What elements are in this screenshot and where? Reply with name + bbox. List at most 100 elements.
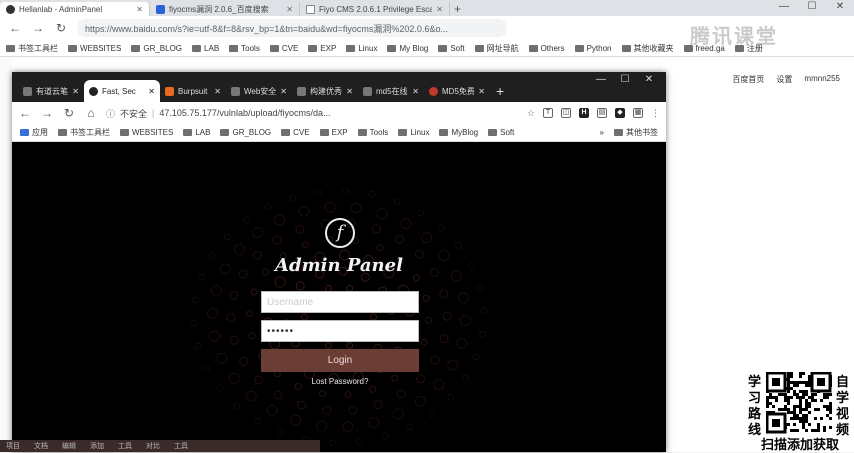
taskbar-item[interactable]: 添加: [90, 441, 104, 451]
login-button[interactable]: Login: [261, 349, 419, 372]
inner-tab-1[interactable]: Fast, Sec ✕: [84, 80, 160, 102]
bookmark-item[interactable]: Linux: [346, 44, 377, 53]
bookmark-item[interactable]: EXP: [308, 44, 336, 53]
hackbar-extension-icon[interactable]: H: [579, 108, 589, 118]
bookmark-item[interactable]: WEBSITES: [120, 128, 173, 137]
outer-tab-1[interactable]: fiyocms漏洞 2.0.6_百度搜索 ✕: [150, 2, 300, 16]
back-icon[interactable]: ←: [18, 106, 32, 120]
taskbar-item[interactable]: 工具: [174, 441, 188, 451]
bookmark-item[interactable]: 书签工具栏: [6, 43, 58, 54]
inner-tab-5[interactable]: md5在线 ✕: [358, 80, 424, 102]
forward-icon[interactable]: →: [31, 21, 45, 35]
star-icon[interactable]: ☆: [527, 108, 535, 119]
user-link[interactable]: mmnn255: [804, 74, 840, 85]
close-icon[interactable]: ✕: [136, 5, 143, 14]
bookmark-item[interactable]: Soft: [488, 128, 514, 137]
apps-icon: [20, 129, 29, 136]
extension-icon[interactable]: ◆: [615, 108, 625, 118]
md5-favicon-icon: [363, 86, 372, 96]
password-input[interactable]: [261, 320, 419, 342]
bookmark-item[interactable]: WEBSITES: [68, 44, 121, 53]
inner-tab-2[interactable]: Burpsuit ✕: [160, 80, 226, 102]
close-icon[interactable]: ✕: [346, 87, 353, 96]
forward-icon[interactable]: →: [40, 106, 54, 120]
bookmark-item[interactable]: Linux: [398, 128, 429, 137]
folder-icon: [439, 129, 449, 136]
inner-tab-4[interactable]: 构建优秀 ✕: [292, 80, 358, 102]
inner-address-bar[interactable]: ⓘ 不安全 | 47.105.75.177/vulnlab/upload/fiy…: [106, 107, 519, 120]
inner-tab-0[interactable]: 有道云笔 ✕: [18, 80, 84, 102]
back-icon[interactable]: ←: [8, 21, 22, 35]
extension-icon[interactable]: ▤: [597, 108, 607, 118]
close-icon[interactable]: ✕: [412, 87, 419, 96]
bookmark-item[interactable]: GR_BLOG: [131, 44, 182, 53]
taskbar-item[interactable]: 对比: [146, 441, 160, 451]
bookmark-label: EXP: [320, 43, 337, 53]
bookmark-item[interactable]: CVE: [281, 128, 310, 137]
translate-extension-icon[interactable]: T: [543, 108, 553, 118]
bookmark-item[interactable]: CVE: [269, 44, 298, 53]
baidu-favicon-icon: [156, 4, 165, 14]
close-icon[interactable]: ✕: [148, 87, 155, 96]
extension-icon[interactable]: ◫: [561, 108, 571, 118]
bookmarks-more-button[interactable]: »: [600, 128, 604, 137]
taskbar-item[interactable]: 项目: [6, 441, 20, 451]
bookmark-item[interactable]: GR_BLOG: [220, 128, 271, 137]
new-tab-icon[interactable]: +: [454, 2, 461, 16]
taskbar-item[interactable]: 工具: [118, 441, 132, 451]
taskbar-item[interactable]: 编辑: [62, 441, 76, 451]
bookmark-item[interactable]: LAB: [192, 44, 219, 53]
maximize-icon[interactable]: ☐: [798, 0, 826, 16]
inner-tab-3[interactable]: Web安全 ✕: [226, 80, 292, 102]
maximize-icon[interactable]: ☐: [614, 74, 636, 85]
reload-icon[interactable]: ↻: [62, 106, 76, 120]
minimize-icon[interactable]: —: [770, 0, 798, 16]
other-bookmarks[interactable]: 其他书签: [614, 127, 658, 138]
close-icon[interactable]: ✕: [436, 5, 443, 14]
reload-icon[interactable]: ↻: [54, 21, 68, 35]
bookmark-item[interactable]: Tools: [229, 44, 260, 53]
bookmark-item[interactable]: 网址导航: [474, 43, 519, 54]
bookmark-item[interactable]: EXP: [319, 128, 348, 137]
outer-tab-0[interactable]: Hellanlab - AdminPanel ✕: [0, 2, 150, 16]
close-icon[interactable]: ✕: [214, 87, 221, 96]
outer-address-bar[interactable]: https://www.baidu.com/s?ie=utf-8&f=8&rsv…: [77, 19, 507, 37]
inner-tab-bar: 有道云笔 ✕ Fast, Sec ✕ Burpsuit ✕ Web安全 ✕ 构建…: [12, 72, 666, 102]
close-icon[interactable]: ✕: [72, 87, 79, 96]
close-icon[interactable]: ✕: [478, 87, 485, 96]
bookmark-item[interactable]: 其他收藏夹: [621, 43, 674, 54]
close-window-icon[interactable]: ✕: [638, 74, 660, 85]
baidu-home-link[interactable]: 百度首页: [732, 74, 764, 85]
extension-icon[interactable]: ▦: [633, 108, 643, 118]
home-icon[interactable]: ⌂: [84, 106, 98, 120]
bookmark-item[interactable]: Soft: [438, 44, 465, 53]
bookmark-item[interactable]: 应用: [20, 127, 48, 138]
inner-tab-6[interactable]: MD5免费 ✕: [424, 80, 490, 102]
folder-icon: [131, 44, 141, 52]
inner-browser-window: 有道云笔 ✕ Fast, Sec ✕ Burpsuit ✕ Web安全 ✕ 构建…: [12, 72, 666, 452]
close-window-icon[interactable]: ✕: [826, 0, 854, 16]
watermark-right-text: 自学视频: [836, 374, 850, 437]
bookmark-item[interactable]: My Blog: [387, 44, 428, 53]
bookmark-item[interactable]: LAB: [183, 128, 210, 137]
bookmark-item[interactable]: Tools: [357, 128, 388, 137]
bookmark-item[interactable]: 书签工具栏: [58, 127, 110, 138]
menu-icon[interactable]: ⋮: [651, 108, 660, 119]
md5-favicon-icon: [429, 86, 438, 96]
bookmark-label: GR_BLOG: [143, 43, 183, 53]
bookmark-item[interactable]: Python: [574, 44, 612, 53]
bookmark-label: WEBSITES: [132, 128, 174, 137]
bookmark-label: LAB: [204, 43, 220, 53]
outer-tab-2[interactable]: Fiyo CMS 2.0.6.1 Privilege Escalation ✕: [300, 2, 450, 16]
close-icon[interactable]: ✕: [286, 5, 293, 14]
username-input[interactable]: [261, 291, 419, 313]
bookmark-item[interactable]: MyBlog: [439, 128, 478, 137]
bookmark-item[interactable]: Others: [528, 44, 565, 53]
new-tab-icon[interactable]: +: [496, 80, 504, 102]
minimize-icon[interactable]: —: [590, 74, 612, 85]
taskbar-item[interactable]: 文档: [34, 441, 48, 451]
close-icon[interactable]: ✕: [280, 87, 287, 96]
settings-link[interactable]: 设置: [776, 74, 792, 85]
inner-toolbar: ← → ↻ ⌂ ⓘ 不安全 | 47.105.75.177/vulnlab/up…: [12, 102, 666, 124]
lost-password-link[interactable]: Lost Password?: [261, 377, 419, 386]
